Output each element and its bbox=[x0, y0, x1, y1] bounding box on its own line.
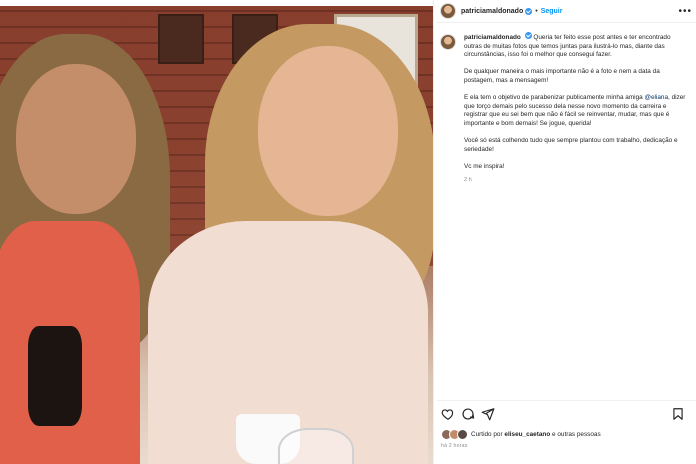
woman-left-shirt bbox=[28, 326, 82, 426]
caption-body: patriciamaldonado Queria ter feito esse … bbox=[464, 32, 690, 185]
follow-button[interactable]: Seguir bbox=[541, 8, 563, 15]
more-options-icon[interactable]: ••• bbox=[678, 6, 692, 17]
post-photo[interactable] bbox=[0, 6, 433, 464]
post-caption: patriciamaldonado Queria ter feito esse … bbox=[440, 32, 690, 185]
post-header: patriciamaldonado • Seguir ••• bbox=[440, 2, 692, 20]
instagram-post-view: patriciamaldonado • Seguir ••• patriciam… bbox=[0, 0, 696, 464]
likes-text: Curtido por eliseu_caetano e outras pess… bbox=[471, 431, 601, 438]
mention-link[interactable]: @eliana bbox=[644, 94, 668, 101]
liker-username[interactable]: eliseu_caetano bbox=[504, 431, 550, 438]
caption-paragraph-3: E ela tem o objetivo de parabenizar publ… bbox=[464, 94, 690, 128]
action-bar bbox=[441, 406, 691, 422]
wine-shelf bbox=[158, 14, 204, 64]
likes-suffix[interactable]: e outras pessoas bbox=[552, 431, 601, 438]
likes-summary: Curtido por eliseu_caetano e outras pess… bbox=[441, 428, 691, 440]
woman-right-face bbox=[258, 46, 398, 216]
caption-username[interactable]: patriciamaldonado bbox=[464, 34, 521, 41]
share-icon[interactable] bbox=[481, 407, 495, 421]
woman-left-face bbox=[16, 64, 136, 214]
caption-paragraph-2: De qualquer maneira o mais importante nã… bbox=[464, 68, 660, 84]
caption-verified-badge-icon bbox=[524, 32, 532, 39]
actions-divider bbox=[437, 400, 696, 401]
verified-badge-icon bbox=[525, 7, 533, 15]
separator-dot: • bbox=[535, 7, 538, 15]
bookmark-icon[interactable] bbox=[671, 407, 685, 421]
author-avatar[interactable] bbox=[440, 3, 456, 19]
caption-timestamp[interactable]: 2 h bbox=[464, 176, 690, 185]
caption-paragraph-5: Vc me inspira! bbox=[464, 162, 505, 170]
caption-paragraph-4: Você só está colhendo tudo que sempre pl… bbox=[464, 137, 678, 153]
liker-avatar bbox=[457, 428, 468, 440]
post-date[interactable]: há 2 horas bbox=[441, 443, 468, 449]
likes-prefix: Curtido por bbox=[471, 430, 503, 438]
caption-text-3a: E ela tem o objetivo de parabenizar publ… bbox=[464, 94, 643, 102]
caption-author-avatar[interactable] bbox=[440, 34, 456, 50]
water-glass bbox=[278, 428, 354, 464]
caption-paragraph-1: patriciamaldonado Queria ter feito esse … bbox=[464, 32, 690, 60]
author-username[interactable]: patriciamaldonado bbox=[461, 8, 523, 15]
heart-icon[interactable] bbox=[441, 407, 455, 421]
header-divider bbox=[437, 22, 696, 23]
comment-icon[interactable] bbox=[461, 407, 475, 421]
